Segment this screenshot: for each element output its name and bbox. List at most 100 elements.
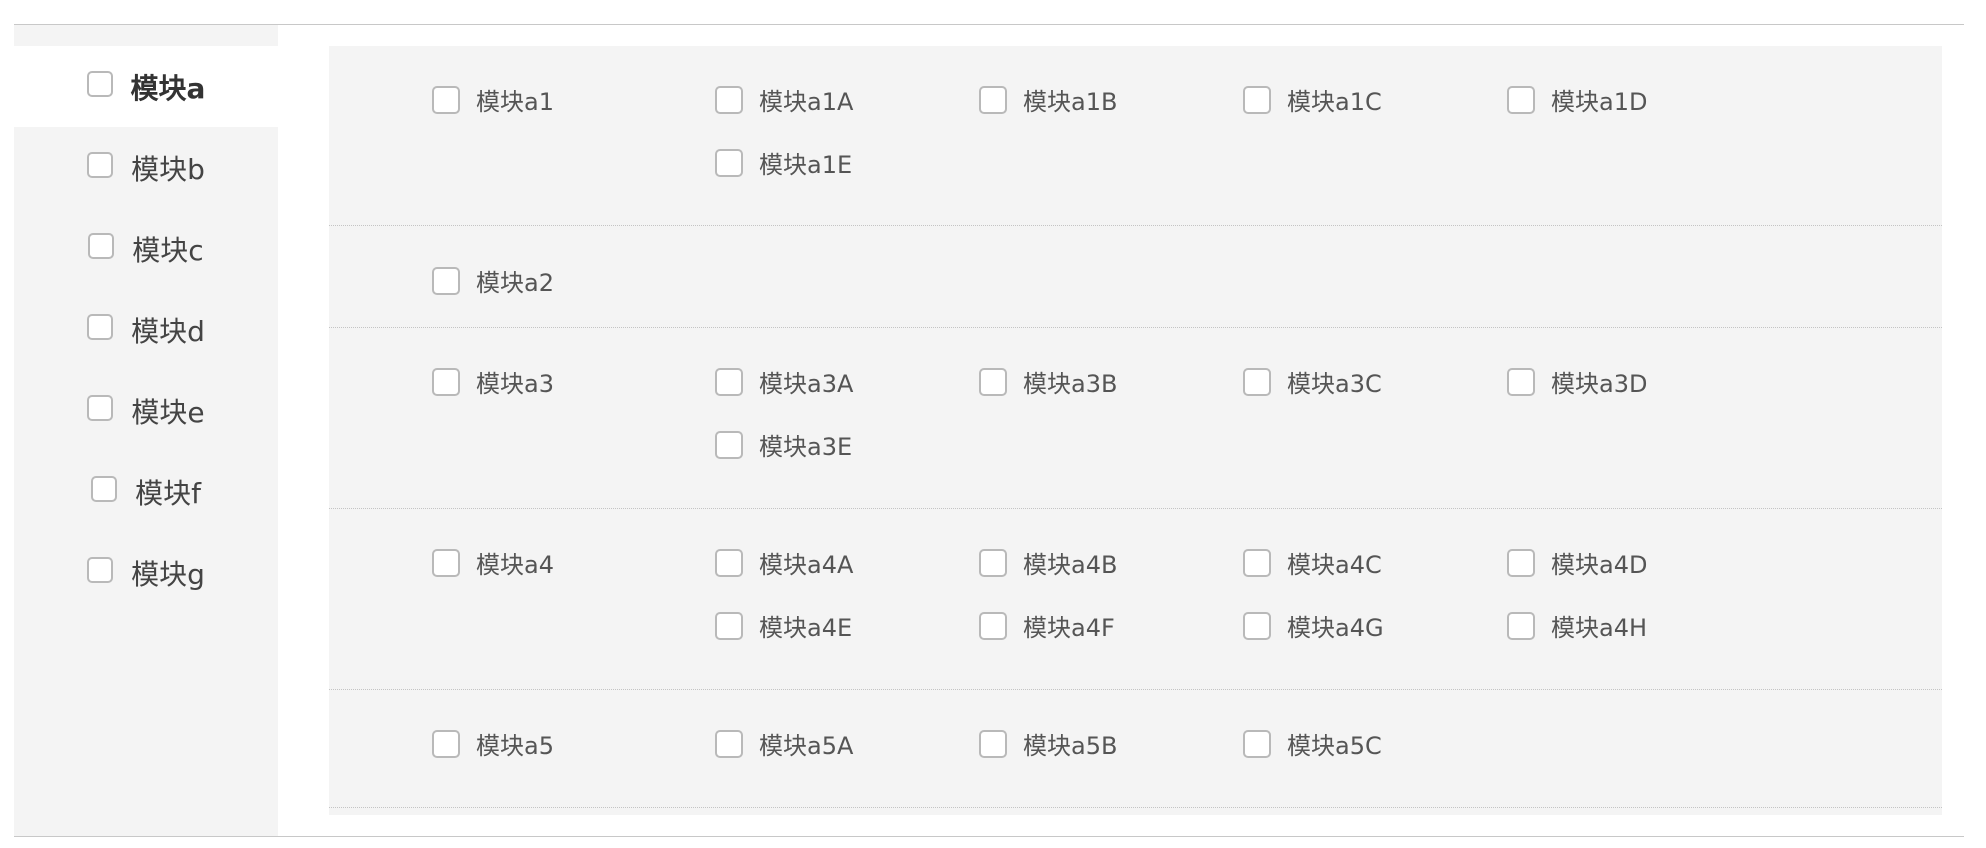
option-a4h[interactable]: 模块a4H: [1507, 608, 1647, 643]
option-label: 模块a1C: [1287, 88, 1382, 116]
option-a4d[interactable]: 模块a4D: [1507, 545, 1647, 580]
option-checkbox[interactable]: [979, 85, 1007, 114]
bottom-divider: [14, 836, 1964, 837]
option-checkbox[interactable]: [715, 367, 743, 396]
option-checkbox[interactable]: [432, 266, 460, 295]
submodule-group-a5: 模块a5 模块a5A 模块a5B 模块a5C: [329, 690, 1942, 808]
option-a4e[interactable]: 模块a4E: [715, 608, 852, 643]
sidebar-item-e[interactable]: 模块e: [14, 370, 278, 451]
sidebar-item-label: 模块c: [132, 233, 204, 267]
option-checkbox[interactable]: [715, 611, 743, 640]
module-g-checkbox[interactable]: [87, 556, 114, 583]
module-a-checkbox[interactable]: [86, 70, 113, 97]
sidebar-item-b[interactable]: 模块b: [14, 127, 278, 208]
sidebar-item-label: 模块g: [131, 557, 205, 591]
option-checkbox[interactable]: [1507, 611, 1535, 640]
option-a5a[interactable]: 模块a5A: [715, 726, 853, 761]
option-a5[interactable]: 模块a5: [432, 726, 554, 761]
option-label: 模块a4A: [759, 551, 854, 579]
option-checkbox[interactable]: [1507, 548, 1535, 577]
option-checkbox[interactable]: [432, 85, 460, 114]
option-label: 模块a5A: [759, 732, 854, 760]
option-checkbox[interactable]: [715, 729, 743, 758]
option-label: 模块a1: [476, 88, 554, 116]
sidebar-item-f[interactable]: 模块f: [14, 451, 278, 532]
submodule-group-a2: 模块a2: [329, 226, 1942, 328]
sidebar-item-c[interactable]: 模块c: [14, 208, 278, 289]
option-a4b[interactable]: 模块a4B: [979, 545, 1117, 580]
module-b-checkbox[interactable]: [87, 151, 114, 178]
sidebar-item-label: 模块e: [131, 395, 205, 429]
option-a3b[interactable]: 模块a3B: [979, 364, 1117, 399]
option-checkbox[interactable]: [979, 611, 1007, 640]
option-a3c[interactable]: 模块a3C: [1243, 364, 1382, 399]
module-d-checkbox[interactable]: [87, 313, 114, 340]
option-a3a[interactable]: 模块a3A: [715, 364, 853, 399]
option-label: 模块a1B: [1023, 88, 1118, 116]
option-label: 模块a5B: [1023, 732, 1118, 760]
option-label: 模块a4: [476, 551, 554, 579]
sidebar-item-label: 模块b: [131, 152, 205, 186]
option-checkbox[interactable]: [1243, 611, 1271, 640]
option-label: 模块a4D: [1551, 551, 1648, 579]
option-label: 模块a1E: [759, 151, 853, 179]
option-checkbox[interactable]: [1507, 85, 1535, 114]
option-checkbox[interactable]: [1243, 729, 1271, 758]
module-f-checkbox[interactable]: [91, 475, 118, 502]
option-checkbox[interactable]: [715, 85, 743, 114]
option-a4a[interactable]: 模块a4A: [715, 545, 853, 580]
option-checkbox[interactable]: [432, 367, 460, 396]
submodule-group-a3: 模块a3 模块a3A 模块a3B 模块a3C 模块a3D 模块a3E: [329, 328, 1942, 509]
option-label: 模块a3B: [1023, 370, 1118, 398]
option-label: 模块a5: [476, 732, 554, 760]
top-divider: [14, 24, 1964, 25]
option-label: 模块a5C: [1287, 732, 1382, 760]
module-e-checkbox[interactable]: [87, 394, 114, 421]
option-a1d[interactable]: 模块a1D: [1507, 82, 1647, 117]
sidebar-item-label: 模块d: [131, 314, 205, 348]
option-a1b[interactable]: 模块a1B: [979, 82, 1117, 117]
option-a3[interactable]: 模块a3: [432, 364, 554, 399]
option-checkbox[interactable]: [1243, 367, 1271, 396]
option-checkbox[interactable]: [715, 148, 743, 177]
option-checkbox[interactable]: [432, 548, 460, 577]
sidebar-item-a[interactable]: 模块a: [14, 46, 278, 127]
option-checkbox[interactable]: [979, 729, 1007, 758]
option-a1c[interactable]: 模块a1C: [1243, 82, 1382, 117]
option-checkbox[interactable]: [715, 430, 743, 459]
option-a5c[interactable]: 模块a5C: [1243, 726, 1382, 761]
option-label: 模块a2: [476, 269, 554, 297]
module-sidebar: 模块a 模块b 模块c 模块d 模块e 模块f 模块g: [14, 25, 278, 836]
option-a3d[interactable]: 模块a3D: [1507, 364, 1647, 399]
option-a2[interactable]: 模块a2: [432, 263, 554, 298]
option-checkbox[interactable]: [1507, 367, 1535, 396]
module-selector: 模块a 模块b 模块c 模块d 模块e 模块f 模块g 模块a1 模块a1A 模…: [0, 0, 1986, 848]
option-a4f[interactable]: 模块a4F: [979, 608, 1115, 643]
option-a4[interactable]: 模块a4: [432, 545, 554, 580]
option-a1a[interactable]: 模块a1A: [715, 82, 853, 117]
sidebar-item-label: 模块f: [135, 476, 201, 510]
option-a4c[interactable]: 模块a4C: [1243, 545, 1382, 580]
module-c-checkbox[interactable]: [88, 232, 115, 259]
option-a3e[interactable]: 模块a3E: [715, 427, 852, 462]
option-checkbox[interactable]: [1243, 85, 1271, 114]
submodule-panel: 模块a1 模块a1A 模块a1B 模块a1C 模块a1D 模块a1E 模块a2 …: [329, 46, 1942, 815]
submodule-group-a1: 模块a1 模块a1A 模块a1B 模块a1C 模块a1D 模块a1E: [329, 46, 1942, 226]
option-label: 模块a3: [476, 370, 554, 398]
sidebar-item-d[interactable]: 模块d: [14, 289, 278, 370]
option-a1[interactable]: 模块a1: [432, 82, 554, 117]
option-a1e[interactable]: 模块a1E: [715, 145, 852, 180]
option-checkbox[interactable]: [1243, 548, 1271, 577]
sidebar-item-g[interactable]: 模块g: [14, 532, 278, 613]
option-checkbox[interactable]: [715, 548, 743, 577]
option-label: 模块a4H: [1551, 614, 1648, 642]
option-a4g[interactable]: 模块a4G: [1243, 608, 1384, 643]
option-label: 模块a4B: [1023, 551, 1118, 579]
option-label: 模块a1A: [759, 88, 854, 116]
submodule-group-a4: 模块a4 模块a4A 模块a4B 模块a4C 模块a4D 模块a4E 模块a4F…: [329, 509, 1942, 690]
option-checkbox[interactable]: [979, 367, 1007, 396]
option-label: 模块a3C: [1287, 370, 1382, 398]
option-checkbox[interactable]: [432, 729, 460, 758]
option-checkbox[interactable]: [979, 548, 1007, 577]
option-a5b[interactable]: 模块a5B: [979, 726, 1117, 761]
